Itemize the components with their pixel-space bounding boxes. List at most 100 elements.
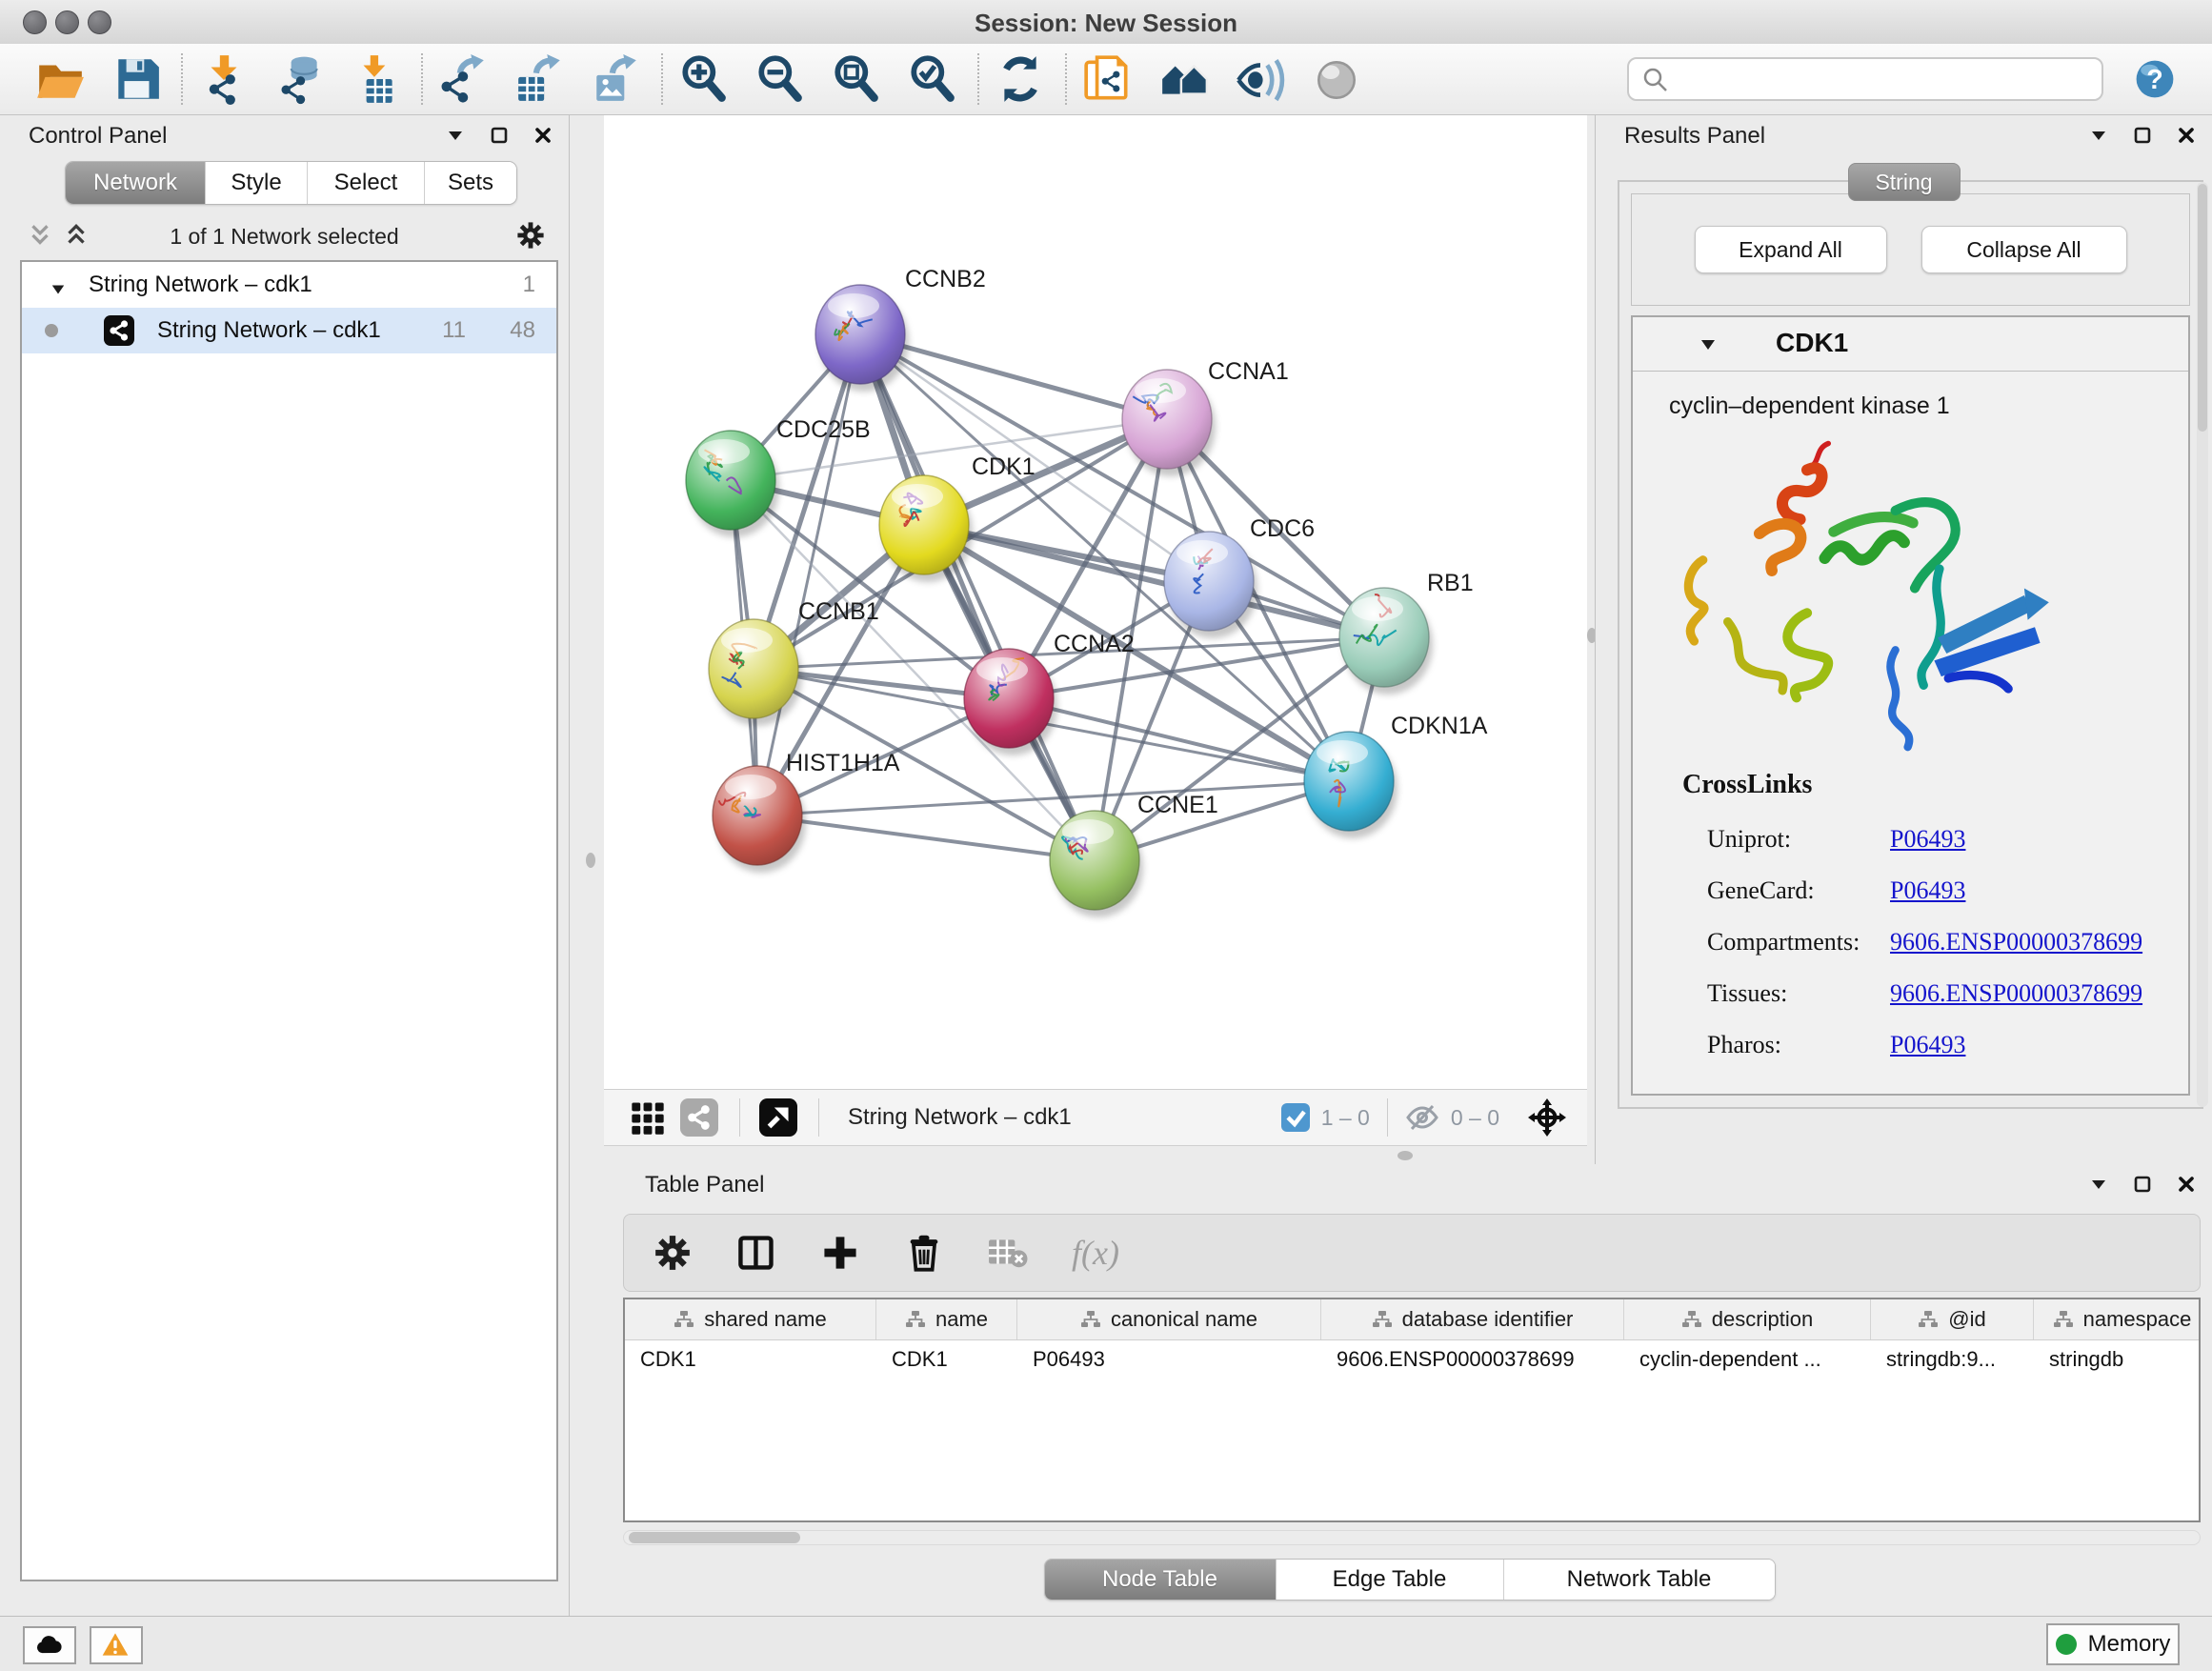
home-icon[interactable] <box>1158 53 1210 105</box>
zoom-selected-icon[interactable] <box>907 53 958 105</box>
tab-sets[interactable]: Sets <box>425 162 516 204</box>
import-network-icon[interactable] <box>198 53 250 105</box>
crosslink-link[interactable]: 9606.ENSP00000378699 <box>1890 928 2142 956</box>
cloud-status-button[interactable] <box>23 1626 76 1664</box>
network-node-CDC6[interactable]: CDC6 <box>1164 515 1315 638</box>
collapse-section-icon[interactable] <box>1699 336 1717 353</box>
import-network-database-icon[interactable] <box>274 53 326 105</box>
grid-view-icon[interactable] <box>629 1098 667 1137</box>
panel-float-icon[interactable] <box>2132 1174 2153 1195</box>
crosslink-link[interactable]: 9606.ENSP00000378699 <box>1890 979 2142 1008</box>
import-table-icon[interactable] <box>351 53 402 105</box>
network-overview-icon[interactable] <box>680 1098 718 1137</box>
network-edge[interactable] <box>757 815 1095 860</box>
column-header-namespace[interactable]: namespace <box>2034 1299 2201 1339</box>
results-panel-title: Results Panel <box>1624 123 1765 150</box>
help-icon[interactable]: ? <box>2132 56 2178 102</box>
column-header-@id[interactable]: @id <box>1871 1299 2034 1339</box>
fit-selected-crosshair-icon[interactable] <box>1528 1098 1566 1137</box>
show-hide-graphics-icon[interactable] <box>1235 53 1286 105</box>
tab-edge-table[interactable]: Edge Table <box>1277 1560 1504 1600</box>
crosslink-link[interactable]: P06493 <box>1890 1031 1965 1059</box>
crosslink-link[interactable]: P06493 <box>1890 876 1965 905</box>
network-edge[interactable] <box>860 334 1095 860</box>
table-row[interactable]: CDK1CDK1P064939606.ENSP00000378699cyclin… <box>625 1340 2199 1379</box>
panel-float-icon[interactable] <box>489 125 510 146</box>
collapse-all-button[interactable]: Collapse All <box>1921 226 2127 273</box>
expand-all-button[interactable]: Expand All <box>1695 226 1887 273</box>
network-collection-row[interactable]: String Network – cdk1 1 <box>22 262 556 308</box>
tab-node-table[interactable]: Node Table <box>1045 1560 1277 1600</box>
network-node-RB1[interactable]: RB1 <box>1339 570 1474 695</box>
table-cell[interactable]: 9606.ENSP00000378699 <box>1321 1340 1624 1379</box>
tab-string[interactable]: String <box>1848 163 1961 201</box>
panel-float-icon[interactable] <box>2132 125 2153 146</box>
column-header-shared-name[interactable]: shared name <box>625 1299 876 1339</box>
crosslink-link[interactable]: P06493 <box>1890 825 1965 854</box>
zoom-in-icon[interactable] <box>678 53 730 105</box>
table-cell[interactable]: P06493 <box>1017 1340 1321 1379</box>
export-table-icon[interactable] <box>514 53 566 105</box>
network-view-canvas[interactable]: CCNB2 CCNA1 CDC25B CDK1 CDC6 RB1 CCNB1 <box>604 115 1587 1089</box>
network-options-gear-icon[interactable] <box>515 220 546 251</box>
tab-network-table[interactable]: Network Table <box>1504 1560 1775 1600</box>
import-network-url-icon[interactable] <box>1082 53 1134 105</box>
gene-card-header[interactable]: CDK1 <box>1633 317 2188 372</box>
hidden-eye-icon[interactable] <box>1405 1103 1439 1132</box>
tab-select[interactable]: Select <box>308 162 425 204</box>
panel-menu-icon[interactable] <box>2088 125 2109 146</box>
table-options-gear-icon[interactable] <box>653 1233 693 1273</box>
export-image-icon[interactable] <box>591 53 642 105</box>
column-header-description[interactable]: description <box>1624 1299 1871 1339</box>
network-edge[interactable] <box>757 334 860 815</box>
panel-close-icon[interactable] <box>533 125 553 146</box>
table-horizontal-scrollbar[interactable] <box>623 1530 2201 1545</box>
left-splitter-handle[interactable] <box>586 853 595 868</box>
zoom-out-icon[interactable] <box>754 53 806 105</box>
delete-column-trash-icon[interactable] <box>904 1233 944 1273</box>
show-columns-icon[interactable] <box>736 1233 776 1273</box>
bottom-splitter-handle[interactable] <box>1398 1151 1413 1160</box>
panel-close-icon[interactable] <box>2176 125 2197 146</box>
warnings-button[interactable] <box>90 1626 143 1664</box>
save-session-icon[interactable] <box>111 53 162 105</box>
current-network-title: String Network – cdk1 <box>848 1104 1072 1131</box>
panel-menu-icon[interactable] <box>445 125 466 146</box>
panel-menu-icon[interactable] <box>2088 1174 2109 1195</box>
selected-checkbox-icon[interactable] <box>1281 1103 1310 1132</box>
network-node-CCNE1[interactable]: CCNE1 <box>1050 792 1218 917</box>
network-node-CCNB1[interactable]: CCNB1 <box>709 598 879 726</box>
open-file-icon[interactable] <box>34 53 86 105</box>
results-scrollbar[interactable] <box>2197 182 2208 1107</box>
column-header-database-identifier[interactable]: database identifier <box>1321 1299 1624 1339</box>
birdseye-view-icon[interactable] <box>759 1098 797 1137</box>
collection-expand-icon[interactable] <box>50 277 66 292</box>
rendering-detail-icon[interactable] <box>1311 53 1362 105</box>
tab-network[interactable]: Network <box>66 162 206 204</box>
column-header-canonical-name[interactable]: canonical name <box>1017 1299 1321 1339</box>
zoom-fit-icon[interactable] <box>831 53 882 105</box>
column-header-name[interactable]: name <box>876 1299 1017 1339</box>
export-network-icon[interactable] <box>438 53 490 105</box>
table-cell[interactable]: cyclin-dependent ... <box>1624 1340 1871 1379</box>
table-cell[interactable]: CDK1 <box>876 1340 1017 1379</box>
node-label: CCNB2 <box>905 266 986 292</box>
table-cell[interactable]: CDK1 <box>625 1340 876 1379</box>
collection-label: String Network – cdk1 <box>89 272 312 298</box>
network-node-CDK1[interactable]: CDK1 <box>879 453 1036 582</box>
network-node-CDKN1A[interactable]: CDKN1A <box>1304 713 1488 838</box>
refresh-icon[interactable] <box>995 53 1046 105</box>
table-cell[interactable]: stringdb:9... <box>1871 1340 2034 1379</box>
memory-button[interactable]: Memory <box>2046 1623 2180 1665</box>
node-label: HIST1H1A <box>786 750 900 776</box>
table-cell[interactable]: stringdb <box>2034 1340 2201 1379</box>
search-input[interactable] <box>1669 60 2090 98</box>
tab-style[interactable]: Style <box>206 162 308 204</box>
add-column-icon[interactable] <box>820 1233 860 1273</box>
search-box[interactable] <box>1627 57 2103 101</box>
network-row[interactable]: String Network – cdk1 11 48 <box>22 308 556 353</box>
column-type-icon <box>1372 1309 1393 1330</box>
toolbar-separator <box>421 53 423 105</box>
network-node-HIST1H1A[interactable]: HIST1H1A <box>713 750 900 873</box>
panel-close-icon[interactable] <box>2176 1174 2197 1195</box>
